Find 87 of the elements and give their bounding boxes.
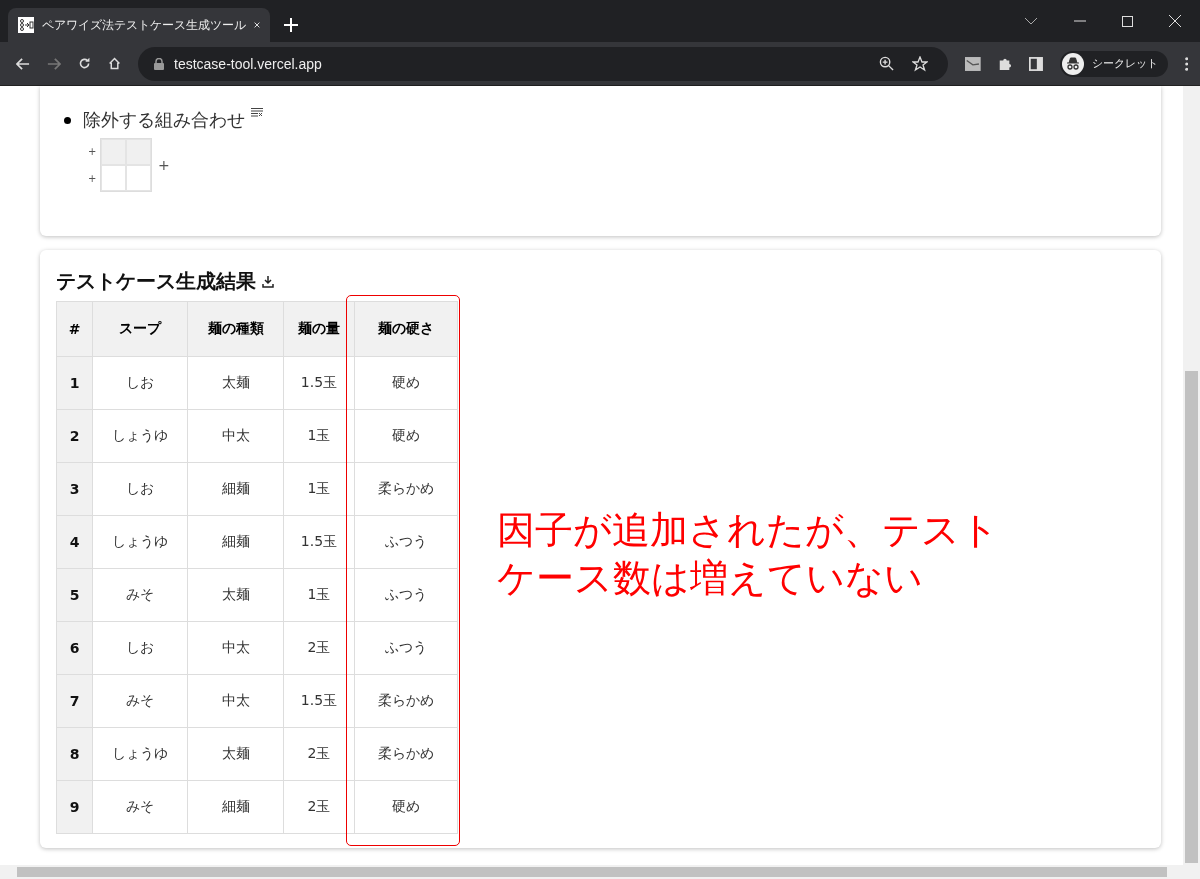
table-cell: 1玉 (283, 462, 355, 516)
column-header: 麺の量 (283, 301, 355, 357)
table-cell: 硬め (354, 409, 458, 463)
clear-list-icon[interactable] (251, 108, 263, 117)
annotation-text: 因子が追加されたが、テスト ケース数は増えていない (497, 507, 999, 602)
chevron-down-icon[interactable] (1024, 17, 1038, 25)
table-cell: 太麺 (187, 727, 284, 781)
home-icon[interactable] (107, 56, 121, 71)
add-row-button[interactable]: + (88, 165, 100, 192)
table-cell: 細麺 (187, 462, 284, 516)
add-column-button[interactable]: + (158, 151, 170, 179)
bullet-icon (64, 116, 71, 124)
table-cell: しお (92, 462, 188, 516)
row-number: 9 (56, 780, 93, 834)
maximize-icon[interactable] (1122, 15, 1133, 27)
grid-cell[interactable] (101, 165, 126, 191)
extension-icon[interactable] (965, 55, 981, 72)
close-icon[interactable] (254, 20, 260, 30)
table-cell: 柔らかめ (354, 462, 458, 516)
back-icon[interactable] (16, 56, 30, 71)
table-cell: 1玉 (283, 568, 355, 622)
table-cell: 1.5玉 (283, 515, 355, 569)
table-cell: 2玉 (283, 621, 355, 675)
grid-cell[interactable] (126, 139, 151, 165)
table-cell: しょうゆ (92, 727, 188, 781)
table-cell: 1.5玉 (283, 674, 355, 728)
table-cell: 硬め (354, 780, 458, 834)
table-cell: 硬め (354, 356, 458, 410)
lock-icon (154, 57, 164, 70)
column-header: 麺の種類 (187, 301, 284, 357)
row-number: 7 (56, 674, 93, 728)
star-icon[interactable] (912, 55, 928, 72)
column-header: # (56, 301, 93, 357)
profile-button[interactable]: シークレット (1059, 50, 1168, 77)
results-title: テストケース生成結果 (56, 268, 256, 295)
table-cell: しょうゆ (92, 409, 188, 463)
scrollbar-thumb[interactable] (1185, 371, 1198, 863)
table-cell: 2玉 (283, 780, 355, 834)
table-cell: 柔らかめ (354, 727, 458, 781)
download-icon[interactable] (262, 275, 274, 288)
table-cell: 1.5玉 (283, 356, 355, 410)
table-cell: しょうゆ (92, 515, 188, 569)
table-cell: みそ (92, 674, 188, 728)
row-number: 1 (56, 356, 93, 410)
address-bar[interactable]: testcase-tool.vercel.app (138, 46, 948, 81)
table-cell: 柔らかめ (354, 674, 458, 728)
scrollbar-thumb[interactable] (17, 867, 1167, 877)
table-cell: みそ (92, 780, 188, 834)
row-number: 4 (56, 515, 93, 569)
row-number: 3 (56, 462, 93, 516)
tab-title: ペアワイズ法テストケース生成ツール (42, 16, 246, 34)
new-tab-icon[interactable] (284, 18, 298, 32)
url-text: testcase-tool.vercel.app (174, 55, 322, 72)
add-row-button[interactable]: + (88, 138, 100, 165)
table-cell: みそ (92, 568, 188, 622)
close-icon[interactable] (1169, 15, 1181, 27)
table-cell: 太麺 (187, 568, 284, 622)
table-cell: 中太 (187, 674, 284, 728)
column-header: スープ (92, 301, 188, 357)
table-cell: 太麺 (187, 356, 284, 410)
table-cell: 細麺 (187, 515, 284, 569)
grid-cell[interactable] (101, 139, 126, 165)
incognito-icon (1061, 52, 1084, 75)
table-cell: ふつう (354, 568, 458, 622)
browser-tab[interactable]: ペアワイズ法テストケース生成ツール (8, 8, 270, 42)
row-number: 2 (56, 409, 93, 463)
menu-icon[interactable] (1184, 55, 1189, 72)
app-icon (18, 17, 34, 33)
forward-icon[interactable] (46, 56, 61, 71)
row-number: 6 (56, 621, 93, 675)
table-cell: 1玉 (283, 409, 355, 463)
table-cell: 2玉 (283, 727, 355, 781)
row-number: 5 (56, 568, 93, 622)
row-number: 8 (56, 727, 93, 781)
grid-cell[interactable] (126, 165, 151, 191)
table-cell: ふつう (354, 515, 458, 569)
exclusions-title: 除外する組み合わせ (83, 108, 245, 132)
table-cell: ふつう (354, 621, 458, 675)
zoom-icon[interactable] (879, 56, 894, 71)
table-cell: しお (92, 621, 188, 675)
table-cell: 中太 (187, 409, 284, 463)
table-cell: 細麺 (187, 780, 284, 834)
reload-icon[interactable] (77, 56, 91, 71)
side-panel-icon[interactable] (1028, 55, 1043, 72)
column-header: 麺の硬さ (354, 301, 458, 357)
table-cell: 中太 (187, 621, 284, 675)
table-cell: しお (92, 356, 188, 410)
